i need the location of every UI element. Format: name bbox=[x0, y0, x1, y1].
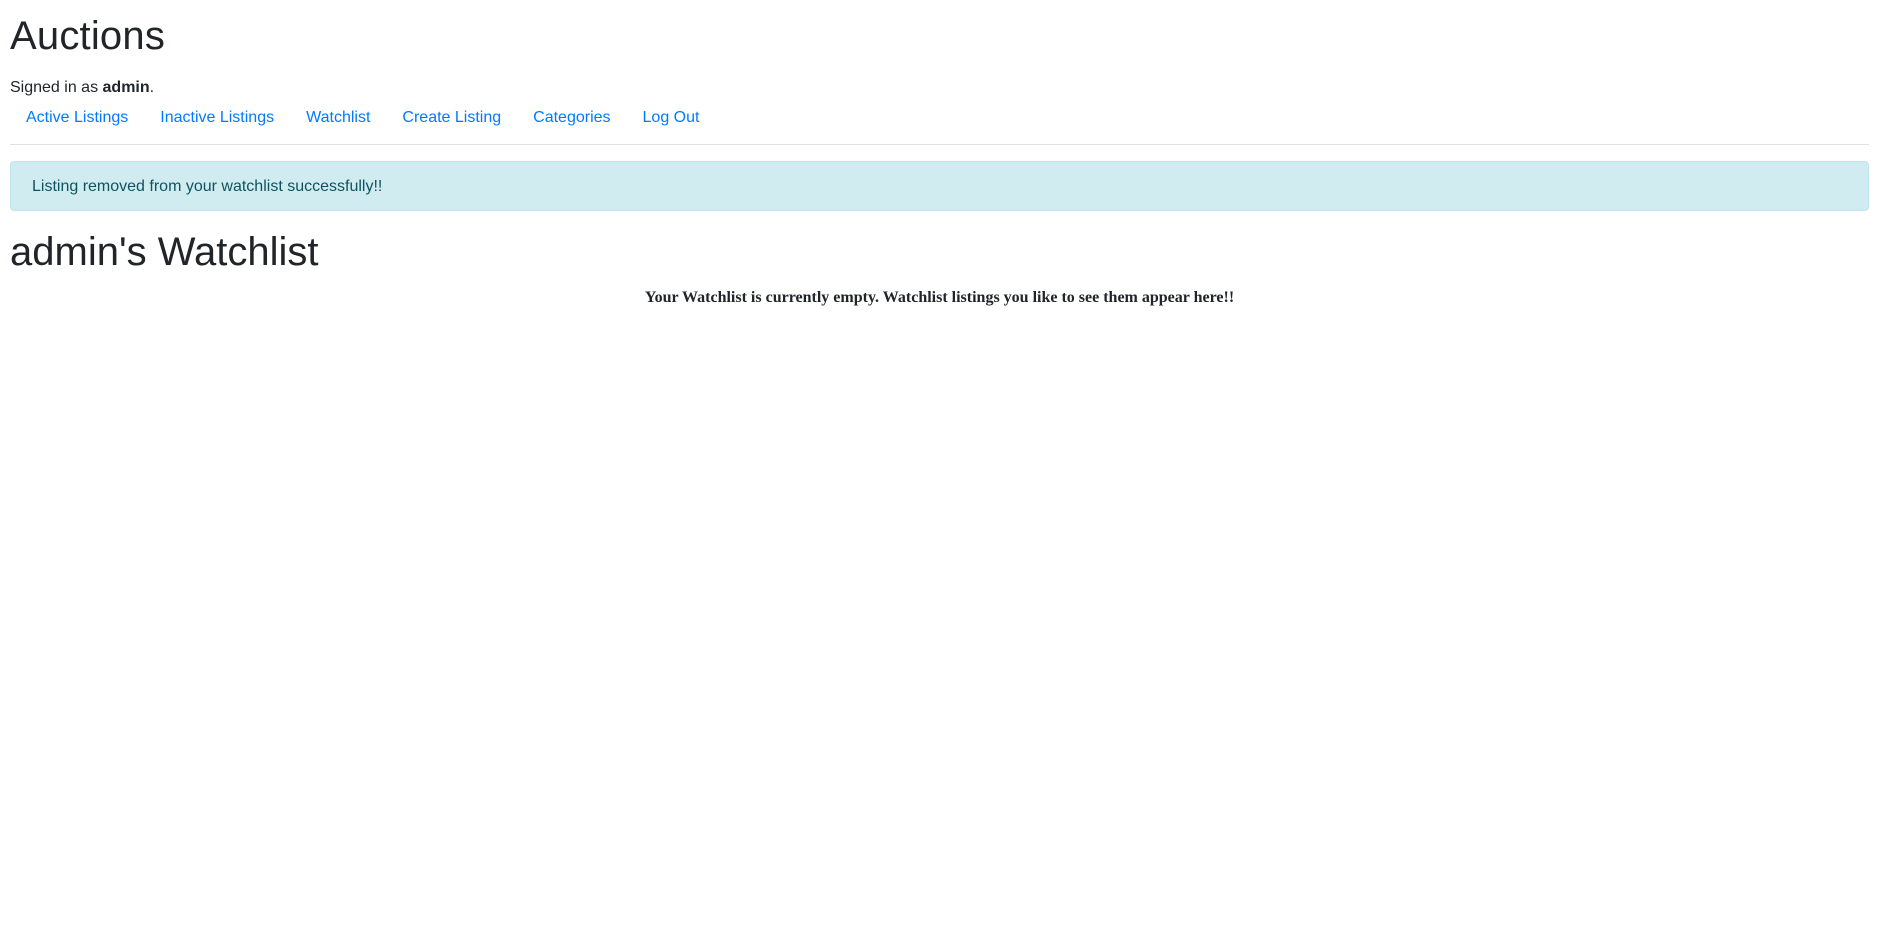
nav-link-categories[interactable]: Categories bbox=[517, 108, 626, 128]
site-header: Auctions Signed in as admin. Active List… bbox=[10, 0, 1869, 145]
nav-item-categories: Categories bbox=[517, 108, 626, 128]
success-alert: Listing removed from your watchlist succ… bbox=[10, 161, 1869, 211]
nav-item-log-out: Log Out bbox=[627, 108, 716, 128]
empty-watchlist-message: Your Watchlist is currently empty. Watch… bbox=[644, 289, 1235, 306]
nav-link-active-listings[interactable]: Active Listings bbox=[10, 108, 144, 128]
signed-in-status: Signed in as admin. bbox=[10, 78, 1869, 98]
page-title: admin's Watchlist bbox=[10, 230, 319, 274]
nav-item-create-listing: Create Listing bbox=[386, 108, 517, 128]
main-content: Listing removed from your watchlist succ… bbox=[10, 161, 1869, 308]
nav-item-active-listings: Active Listings bbox=[10, 108, 144, 128]
nav-link-log-out[interactable]: Log Out bbox=[627, 108, 716, 128]
signed-in-suffix: . bbox=[149, 79, 155, 96]
main-nav: Active Listings Inactive Listings Watchl… bbox=[10, 108, 1869, 128]
signed-in-username: admin bbox=[102, 79, 150, 96]
header-divider bbox=[10, 144, 1869, 145]
nav-link-inactive-listings[interactable]: Inactive Listings bbox=[144, 108, 290, 128]
nav-item-watchlist: Watchlist bbox=[290, 108, 386, 128]
signed-in-prefix: Signed in as bbox=[10, 79, 103, 96]
nav-item-inactive-listings: Inactive Listings bbox=[144, 108, 290, 128]
nav-link-watchlist[interactable]: Watchlist bbox=[290, 108, 386, 128]
site-title: Auctions bbox=[10, 14, 166, 58]
nav-link-create-listing[interactable]: Create Listing bbox=[386, 108, 517, 128]
